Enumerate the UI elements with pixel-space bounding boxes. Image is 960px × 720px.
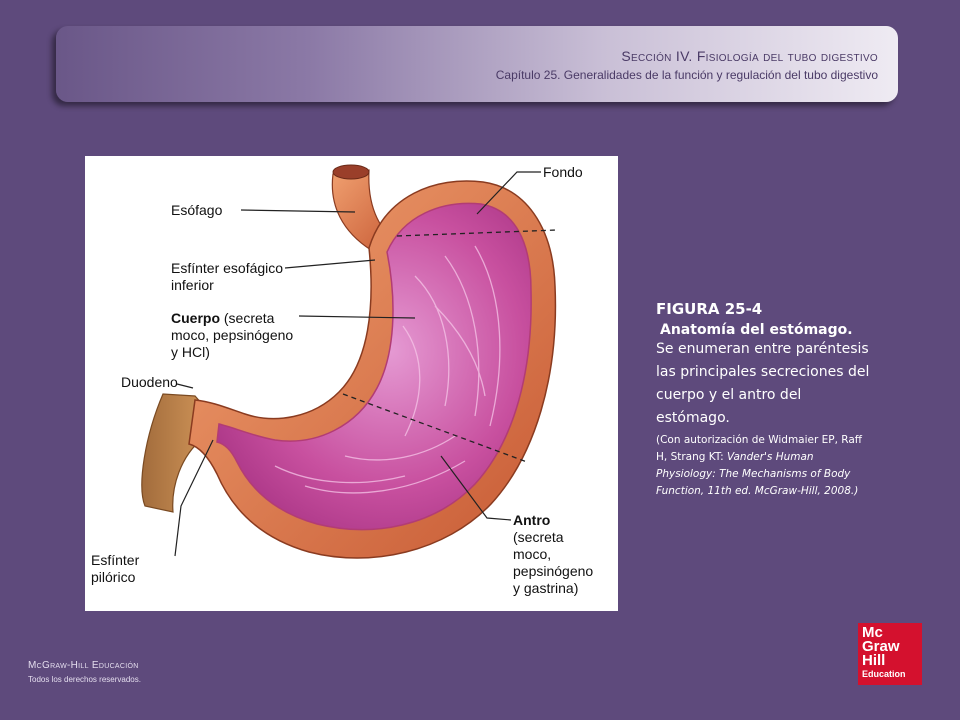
logo-line-4: Education [862, 669, 906, 679]
caption-credit: (Con autorización de Widmaier EP, Raff H… [656, 432, 876, 500]
logo-line-3: Hill [862, 652, 886, 669]
label-esfinter-esofagico: Esfínter esofágico inferior [171, 260, 284, 293]
mcgraw-hill-logo: Mc Graw Hill Education [858, 623, 922, 685]
label-cuerpo-bold: Cuerpo [171, 310, 220, 326]
chapter-title: Capítulo 25. Generalidades de la función… [495, 68, 878, 82]
label-esofago: Esófago [171, 202, 223, 218]
stomach-figure: Fondo Esófago Esfínter esofágico inferio… [85, 156, 618, 611]
footer-rights: Todos los derechos reservados. [28, 675, 141, 684]
footer-publisher: McGraw-Hill Educación [28, 660, 139, 671]
label-fondo: Fondo [543, 164, 583, 180]
label-duodeno: Duodeno [121, 374, 178, 390]
caption-number: FIGURA 25-4 [656, 300, 763, 318]
caption-title: Anatomía del estómago. [660, 322, 853, 338]
figure-caption: FIGURA 25-4 Anatomía del estómago. Se en… [656, 300, 876, 500]
label-antro-rest: (secreta moco, pepsinógeno y gastrina) [513, 529, 594, 596]
label-esfinter-pilorico: Esfínter pilórico [91, 552, 140, 585]
label-antro: Antro (secreta moco, pepsinógeno y gastr… [513, 512, 593, 597]
label-antro-bold: Antro [513, 512, 551, 528]
esophagus-opening [332, 164, 370, 180]
caption-body: Se enumeran entre paréntesis las princip… [656, 341, 870, 426]
section-title: Sección IV. Fisiología del tubo digestiv… [621, 48, 878, 64]
header-bar: Sección IV. Fisiología del tubo digestiv… [56, 26, 898, 102]
label-cuerpo: Cuerpo (secreta moco, pepsinógeno y HCl) [171, 310, 293, 361]
